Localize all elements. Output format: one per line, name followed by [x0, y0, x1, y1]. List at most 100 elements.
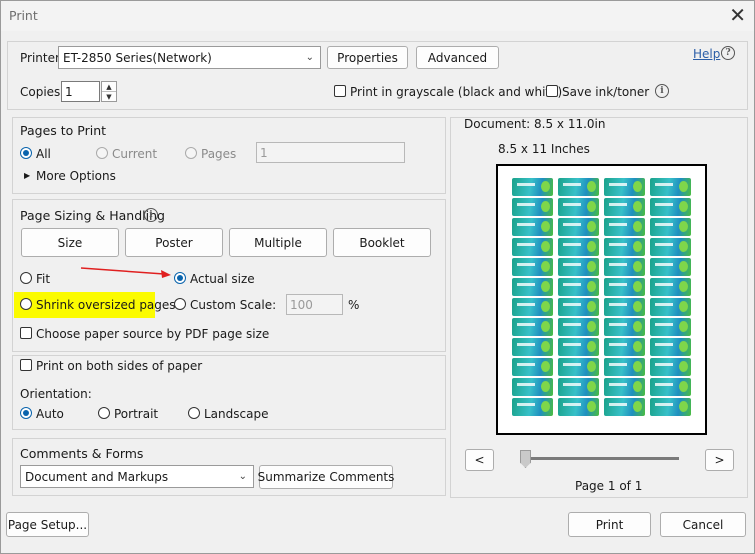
custom-scale-radio[interactable] [174, 298, 186, 310]
tab-size[interactable]: Size [21, 228, 119, 257]
preview-label-thumbnail [512, 218, 553, 236]
more-options-link[interactable]: More Options [36, 169, 116, 183]
preview-label-thumbnail [558, 178, 599, 196]
chevron-down-icon: ⌄ [305, 51, 314, 63]
paper-size-label: 8.5 x 11 Inches [498, 142, 590, 156]
title-bar: Print ✕ [1, 1, 754, 31]
properties-button[interactable]: Properties [327, 46, 408, 69]
custom-scale-value: 100 [290, 297, 313, 312]
help-icon[interactable]: ? [721, 46, 735, 60]
tab-poster[interactable]: Poster [125, 228, 223, 257]
info-icon[interactable]: i [655, 84, 669, 98]
preview-label-thumbnail [604, 338, 645, 356]
preview-label-thumbnail [558, 198, 599, 216]
orientation-label: Orientation: [20, 387, 92, 401]
both-sides-checkbox[interactable] [20, 359, 32, 371]
expand-triangle-icon[interactable]: ▶ [24, 171, 30, 180]
preview-label-thumbnail [650, 278, 691, 296]
close-icon[interactable]: ✕ [729, 4, 746, 26]
comments-title: Comments & Forms [20, 446, 144, 461]
advanced-button[interactable]: Advanced [416, 46, 499, 69]
preview-label-thumbnail [604, 318, 645, 336]
preview-label-thumbnail [558, 318, 599, 336]
previous-page-button[interactable]: < [465, 449, 494, 471]
summarize-comments-button[interactable]: Summarize Comments [258, 465, 394, 489]
tab-booklet[interactable]: Booklet [333, 228, 431, 257]
orientation-landscape-radio[interactable] [188, 407, 200, 419]
preview-label-thumbnail [650, 238, 691, 256]
page-slider-track[interactable] [521, 457, 679, 460]
preview-label-thumbnail [558, 218, 599, 236]
orientation-landscape-label: Landscape [204, 407, 269, 421]
printer-select-value: ET-2850 Series(Network) [63, 50, 212, 65]
preview-label-thumbnail [604, 218, 645, 236]
preview-label-thumbnail [512, 358, 553, 376]
pages-current-radio[interactable] [96, 147, 108, 159]
preview-label-grid [512, 178, 691, 416]
orientation-auto-radio[interactable] [20, 407, 32, 419]
annotation-arrow [80, 267, 171, 278]
preview-label-thumbnail [558, 298, 599, 316]
preview-label-thumbnail [512, 378, 553, 396]
comments-select[interactable]: Document and Markups ⌄ [20, 465, 254, 488]
copies-stepper[interactable]: ▲ ▼ [101, 81, 117, 102]
preview-label-thumbnail [604, 298, 645, 316]
orientation-portrait-radio[interactable] [98, 407, 110, 419]
pages-range-radio[interactable] [185, 147, 197, 159]
printer-select[interactable]: ET-2850 Series(Network) ⌄ [58, 46, 321, 69]
fit-label: Fit [36, 272, 51, 286]
preview-label-thumbnail [558, 278, 599, 296]
pages-range-label: Pages [201, 147, 237, 161]
preview-label-thumbnail [558, 378, 599, 396]
chevron-down-icon: ⌄ [238, 470, 247, 482]
print-button[interactable]: Print [568, 512, 651, 537]
fit-radio[interactable] [20, 272, 32, 284]
preview-label-thumbnail [650, 338, 691, 356]
preview-label-thumbnail [512, 398, 553, 416]
window-title: Print [9, 8, 38, 23]
preview-label-thumbnail [512, 238, 553, 256]
document-size-label: Document: 8.5 x 11.0in [464, 117, 606, 131]
paper-source-checkbox[interactable] [20, 327, 32, 339]
shrink-oversized-radio[interactable] [20, 298, 32, 310]
preview-label-thumbnail [604, 398, 645, 416]
preview-label-thumbnail [650, 218, 691, 236]
preview-label-thumbnail [650, 358, 691, 376]
info-icon[interactable]: i [144, 208, 158, 222]
save-ink-checkbox[interactable] [546, 85, 558, 97]
preview-label-thumbnail [604, 178, 645, 196]
comments-select-value: Document and Markups [25, 469, 169, 484]
preview-label-thumbnail [650, 258, 691, 276]
actual-size-radio[interactable] [174, 272, 186, 284]
preview-label-thumbnail [604, 358, 645, 376]
preview-label-thumbnail [650, 178, 691, 196]
print-dialog: Print ✕ Printer: ET-2850 Series(Network)… [0, 0, 755, 554]
preview-label-thumbnail [512, 258, 553, 276]
pages-range-input[interactable]: 1 [256, 142, 405, 163]
preview-label-thumbnail [558, 398, 599, 416]
preview-label-thumbnail [512, 198, 553, 216]
preview-label-thumbnail [512, 318, 553, 336]
copies-input[interactable]: 1 [61, 81, 100, 102]
cancel-button[interactable]: Cancel [660, 512, 746, 537]
preview-label-thumbnail [512, 298, 553, 316]
preview-label-thumbnail [558, 258, 599, 276]
preview-label-thumbnail [604, 378, 645, 396]
tab-multiple[interactable]: Multiple [229, 228, 327, 257]
stepper-up-icon[interactable]: ▲ [102, 82, 116, 92]
custom-scale-input[interactable]: 100 [286, 294, 343, 315]
pages-all-label: All [36, 147, 51, 161]
page-setup-button[interactable]: Page Setup... [6, 512, 89, 537]
both-sides-label: Print on both sides of paper [36, 359, 203, 373]
stepper-down-icon[interactable]: ▼ [102, 92, 116, 102]
preview-label-thumbnail [650, 398, 691, 416]
grayscale-checkbox[interactable] [334, 85, 346, 97]
next-page-button[interactable]: > [705, 449, 734, 471]
preview-label-thumbnail [604, 278, 645, 296]
preview-label-thumbnail [650, 298, 691, 316]
help-link[interactable]: Help [693, 47, 720, 61]
preview-label-thumbnail [558, 238, 599, 256]
preview-label-thumbnail [604, 258, 645, 276]
page-indicator: Page 1 of 1 [575, 479, 643, 493]
pages-all-radio[interactable] [20, 147, 32, 159]
